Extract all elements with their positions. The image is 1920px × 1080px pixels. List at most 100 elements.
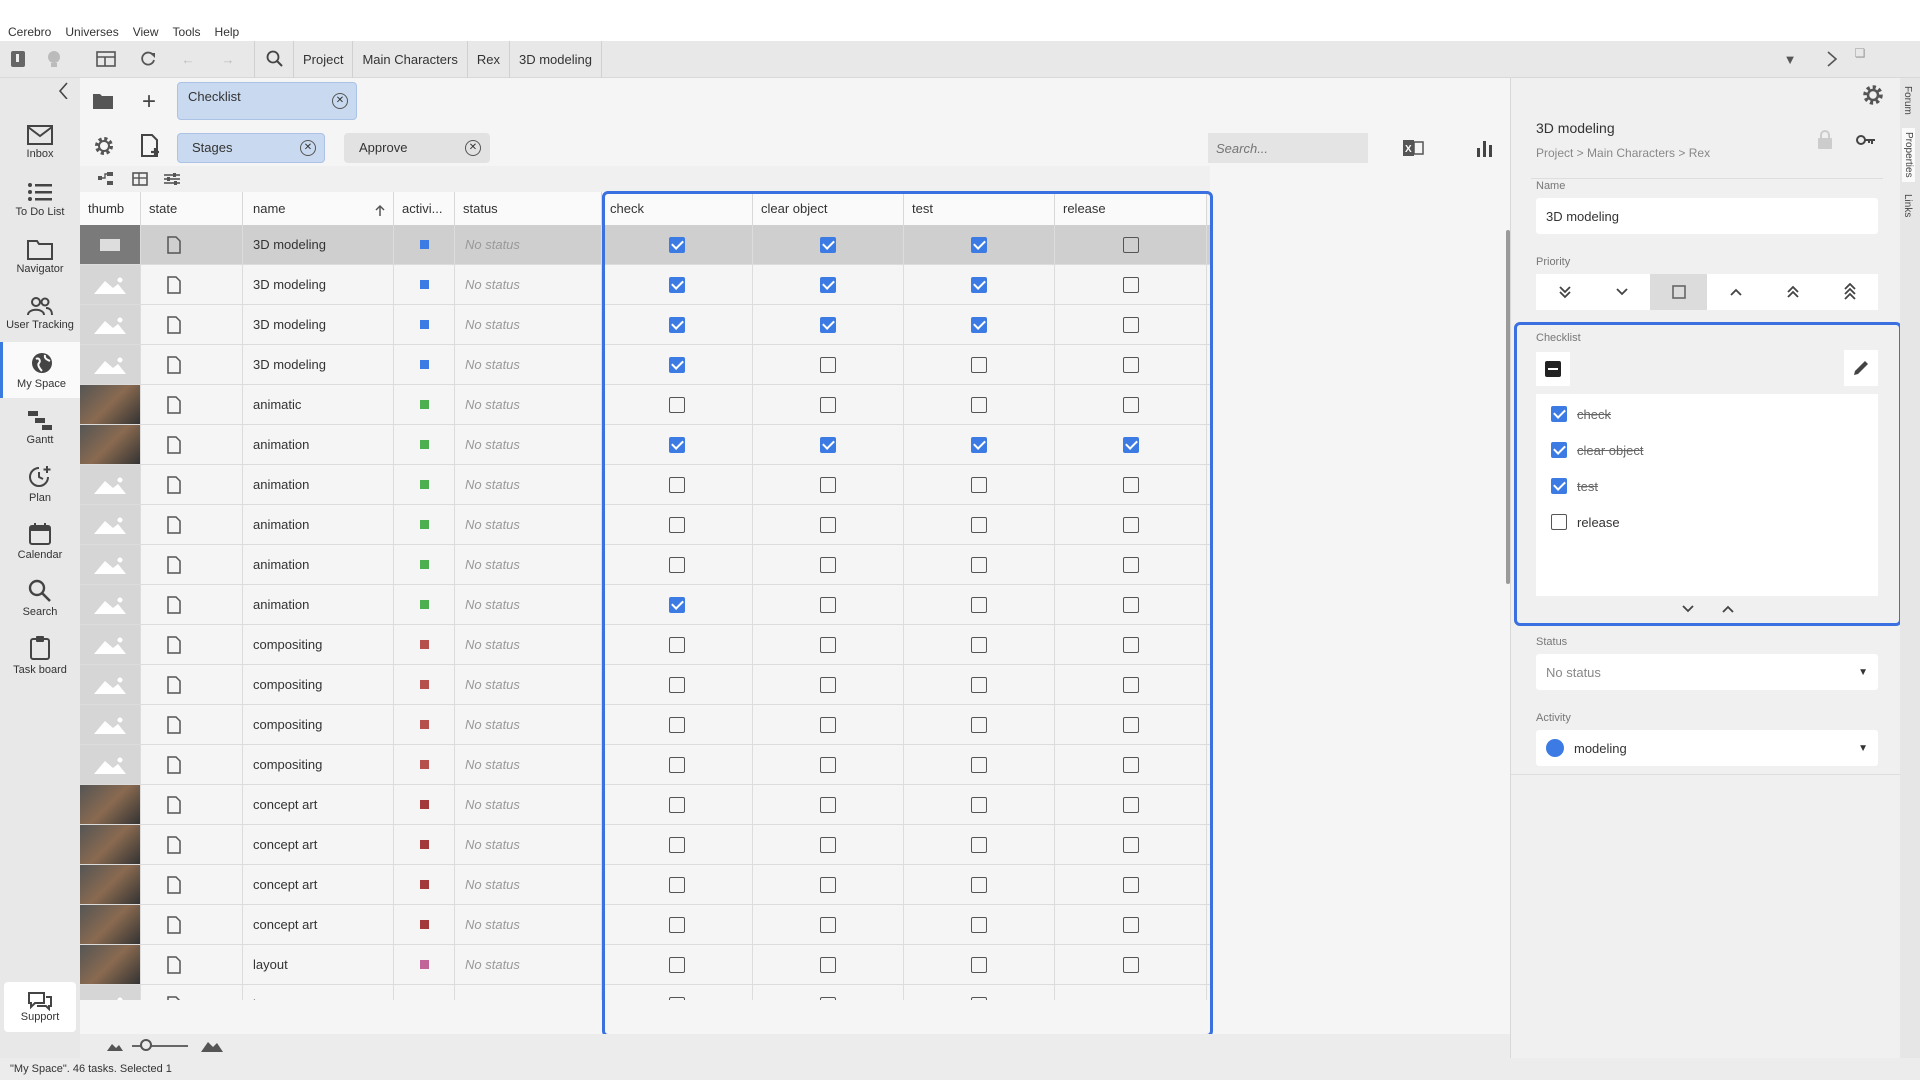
checklist-checkbox[interactable] xyxy=(971,356,987,373)
menu-universes[interactable]: Universes xyxy=(65,25,118,39)
filter-stages[interactable]: Stages ✕ xyxy=(177,133,325,163)
checklist-checkbox[interactable] xyxy=(669,796,685,813)
checklist-checkbox[interactable] xyxy=(669,316,685,333)
checklist-checkbox[interactable] xyxy=(669,236,685,253)
checklist-checkbox[interactable] xyxy=(820,596,836,613)
app-logo-icon[interactable] xyxy=(4,45,32,73)
checklist-checkbox[interactable] xyxy=(820,556,836,573)
checklist-checkbox[interactable] xyxy=(971,996,987,1000)
checklist-checkbox[interactable] xyxy=(669,436,685,453)
table-row[interactable]: compositing No status xyxy=(80,745,1210,785)
table-row[interactable]: 3D modeling No status xyxy=(80,305,1210,345)
checklist-checkbox[interactable] xyxy=(820,276,836,293)
name-field[interactable]: 3D modeling xyxy=(1536,198,1878,234)
checklist-checkbox[interactable] xyxy=(1551,478,1567,494)
checklist-checkbox[interactable] xyxy=(1122,836,1139,853)
checklist-checkbox[interactable] xyxy=(820,356,836,373)
columns-settings-icon[interactable] xyxy=(164,172,180,186)
checklist-checkbox[interactable] xyxy=(820,636,836,653)
sidebar-item-search[interactable]: Search xyxy=(0,570,80,626)
checklist-checkbox[interactable] xyxy=(1122,316,1139,333)
checklist-checkbox[interactable] xyxy=(971,716,987,733)
checklist-checkbox[interactable] xyxy=(1122,796,1139,813)
checklist-checkbox[interactable] xyxy=(1122,676,1139,693)
menu-tools[interactable]: Tools xyxy=(173,25,201,39)
chevron-down-icon[interactable] xyxy=(1681,604,1695,614)
export-excel-button[interactable]: X xyxy=(1402,138,1424,161)
priority-higher-button[interactable] xyxy=(1764,274,1821,310)
lock-icon[interactable] xyxy=(1817,130,1833,150)
checklist-checkbox[interactable] xyxy=(971,276,987,293)
sidebar-item-user-tracking[interactable]: User Tracking xyxy=(0,285,80,341)
checklist-checkbox[interactable] xyxy=(669,476,685,493)
table-row[interactable]: animation No status xyxy=(80,425,1210,465)
table-row[interactable]: 3D modeling No status xyxy=(80,345,1210,385)
table-row[interactable]: concept art No status xyxy=(80,785,1210,825)
checklist-item[interactable]: check xyxy=(1551,406,1611,422)
column-header-activity[interactable]: activi... xyxy=(394,192,455,225)
table-row[interactable]: animation No status xyxy=(80,505,1210,545)
large-image-icon[interactable] xyxy=(200,1037,224,1053)
table-row[interactable]: animatic No status xyxy=(80,385,1210,425)
checklist-item[interactable]: release xyxy=(1551,514,1620,530)
breadcrumb-main-characters[interactable]: Main Characters xyxy=(352,40,466,78)
checklist-checkbox[interactable] xyxy=(971,516,987,533)
checklist-checkbox[interactable] xyxy=(971,316,987,333)
priority-low-button[interactable] xyxy=(1593,274,1650,310)
checklist-checkbox[interactable] xyxy=(820,676,836,693)
layout-icon[interactable] xyxy=(92,45,120,73)
priority-high-button[interactable] xyxy=(1707,274,1764,310)
support-button[interactable]: Support xyxy=(4,982,76,1032)
checklist-checkbox[interactable] xyxy=(669,876,685,893)
breadcrumb-3d-modeling[interactable]: 3D modeling xyxy=(508,40,602,78)
checklist-checkbox[interactable] xyxy=(971,756,987,773)
checklist-checkbox[interactable] xyxy=(669,396,685,413)
checklist-item[interactable]: test xyxy=(1551,478,1598,494)
checklist-checkbox[interactable] xyxy=(1551,406,1567,422)
forward-arrow-icon[interactable]: → xyxy=(214,45,242,73)
checklist-checkbox[interactable] xyxy=(1551,514,1567,530)
checklist-checkbox[interactable] xyxy=(1551,442,1567,458)
table-row[interactable]: animation No status xyxy=(80,465,1210,505)
checklist-checkbox[interactable] xyxy=(971,796,987,813)
checklist-checkbox[interactable] xyxy=(1122,436,1139,453)
checklist-checkbox[interactable] xyxy=(820,236,836,253)
checklist-checkbox[interactable] xyxy=(820,716,836,733)
checklist-checkbox[interactable] xyxy=(820,916,836,933)
checklist-checkbox[interactable] xyxy=(669,516,685,533)
remove-filter-icon[interactable]: ✕ xyxy=(465,140,481,156)
table-row[interactable]: concept art No status xyxy=(80,825,1210,865)
checklist-checkbox[interactable] xyxy=(820,476,836,493)
checklist-checkbox[interactable] xyxy=(1122,876,1139,893)
filter-approve[interactable]: Approve ✕ xyxy=(344,133,490,163)
checklist-checkbox[interactable] xyxy=(669,556,685,573)
sidebar-item-navigator[interactable]: Navigator xyxy=(0,228,80,284)
table-row[interactable]: concept art No status xyxy=(80,905,1210,945)
table-row[interactable]: animation No status xyxy=(80,585,1210,625)
checklist-checkbox[interactable] xyxy=(971,876,987,893)
gear-icon[interactable] xyxy=(1862,84,1884,106)
checklist-item[interactable]: clear object xyxy=(1551,442,1643,458)
table-row[interactable]: concept art No status xyxy=(80,865,1210,905)
checklist-checkbox[interactable] xyxy=(971,476,987,493)
refresh-icon[interactable] xyxy=(134,45,162,73)
tab-forum[interactable]: Forum xyxy=(1902,86,1913,115)
checklist-checkbox[interactable] xyxy=(669,276,685,293)
checklist-checkbox[interactable] xyxy=(1122,356,1139,373)
table-row[interactable]: 3D modeling No status xyxy=(80,265,1210,305)
checklist-checkbox[interactable] xyxy=(971,636,987,653)
checklist-checkbox[interactable] xyxy=(820,316,836,333)
checklist-checkbox[interactable] xyxy=(669,756,685,773)
checklist-checkbox[interactable] xyxy=(669,996,685,1000)
checklist-checkbox[interactable] xyxy=(971,236,987,253)
checklist-checkbox[interactable] xyxy=(669,596,685,613)
add-tab-button[interactable]: + xyxy=(142,88,156,116)
checklist-checkbox[interactable] xyxy=(1122,596,1139,613)
sidebar-item-todo[interactable]: To Do List xyxy=(0,171,80,227)
chart-view-button[interactable] xyxy=(1476,138,1494,161)
column-header-test[interactable]: test xyxy=(904,192,1055,225)
new-task-button[interactable] xyxy=(140,134,162,161)
checklist-checkbox[interactable] xyxy=(669,916,685,933)
checklist-checkbox[interactable] xyxy=(820,396,836,413)
chevron-right-icon[interactable] xyxy=(1818,45,1846,73)
